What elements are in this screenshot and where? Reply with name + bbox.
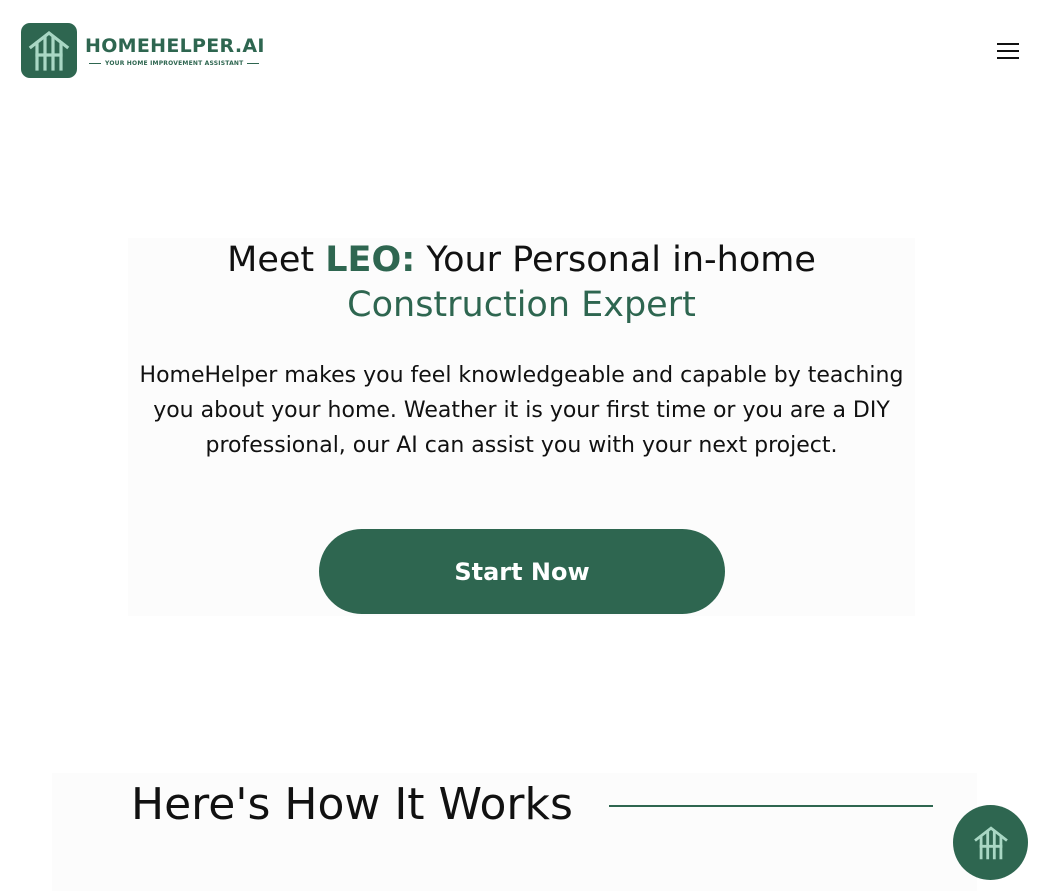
start-now-button[interactable]: Start Now	[319, 529, 725, 614]
brand-name: HOMEHELPER.AI	[85, 34, 265, 57]
hero-title-leo: LEO:	[325, 240, 416, 280]
hero-section: Meet LEO: Your Personal in-home Construc…	[128, 238, 915, 616]
house-frame-icon	[973, 825, 1008, 859]
hamburger-menu-icon[interactable]	[994, 40, 1022, 62]
brand-logo[interactable]: HOMEHELPER.AI YOUR HOME IMPROVEMENT ASSI…	[21, 23, 265, 78]
hero-title-prefix: Meet	[227, 240, 326, 280]
brand-tagline-text: YOUR HOME IMPROVEMENT ASSISTANT	[105, 59, 244, 67]
chat-launcher-button[interactable]	[953, 805, 1028, 880]
section-divider	[609, 805, 933, 807]
hero-title: Meet LEO: Your Personal in-home Construc…	[128, 238, 915, 328]
hero-title-suffix: Your Personal in-home	[415, 240, 816, 280]
house-frame-icon	[21, 23, 77, 78]
how-it-works-title: Here's How It Works	[131, 779, 573, 830]
how-it-works-section: Here's How It Works	[52, 773, 977, 891]
hero-description: HomeHelper makes you feel knowledgeable …	[139, 363, 904, 458]
hero-title-line2: Construction Expert	[347, 285, 696, 325]
site-header: HOMEHELPER.AI YOUR HOME IMPROVEMENT ASSI…	[0, 0, 1040, 100]
brand-tagline: YOUR HOME IMPROVEMENT ASSISTANT	[85, 60, 265, 67]
